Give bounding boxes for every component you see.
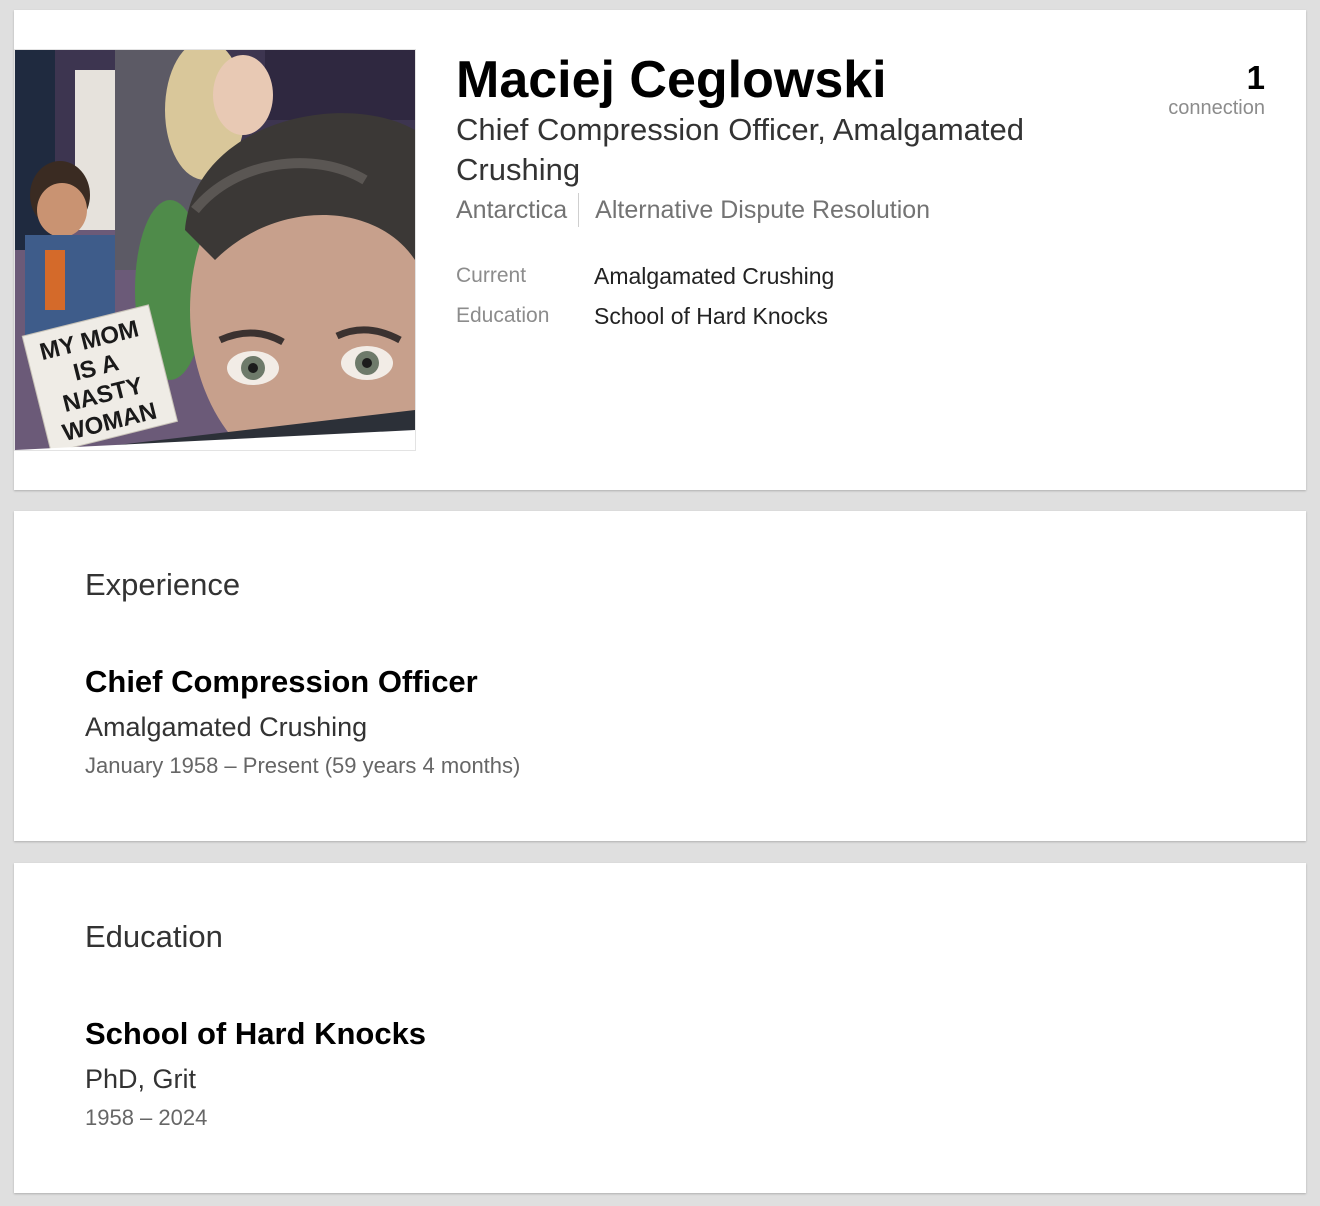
profile-location: Antarctica <box>456 196 568 224</box>
section-title-education: Education <box>85 919 223 954</box>
fact-label: Education <box>456 304 550 327</box>
profile-name: Maciej Ceglowski <box>456 51 887 109</box>
degree: PhD, Grit <box>85 1064 197 1094</box>
location-industry-row: Antarctica Alternative Dispute Resolutio… <box>456 192 930 228</box>
connections-summary[interactable]: 1 connection <box>1168 60 1265 120</box>
divider <box>578 193 580 227</box>
experience-entry: Chief Compression Officer Amalgamated Cr… <box>85 662 520 781</box>
profile-photo-image: MY MOM IS A NASTY WOMAN <box>15 50 415 450</box>
education-entry: School of Hard Knocks PhD, Grit 1958 – 2… <box>85 1014 426 1133</box>
position-company[interactable]: Amalgamated Crushing <box>85 708 520 746</box>
position-title[interactable]: Chief Compression Officer <box>85 662 520 702</box>
profile-photo[interactable]: MY MOM IS A NASTY WOMAN <box>14 49 416 451</box>
profile-facts: Current Amalgamated Crushing Education S… <box>456 256 834 336</box>
experience-section: Experience Chief Compression Officer Ama… <box>14 511 1306 841</box>
education-section: Education School of Hard Knocks PhD, Gri… <box>14 863 1306 1193</box>
position-dates: January 1958 – Present (59 years 4 month… <box>85 753 521 778</box>
fact-value-current[interactable]: Amalgamated Crushing <box>594 263 834 290</box>
fact-label: Current <box>456 264 527 287</box>
fact-value-education[interactable]: School of Hard Knocks <box>594 303 828 330</box>
profile-headline: Chief Compression Officer, Amalgamated C… <box>456 112 1025 187</box>
education-dates: 1958 – 2024 <box>85 1105 208 1130</box>
profile-card: MY MOM IS A NASTY WOMAN Maciej Ceglowski… <box>14 10 1306 490</box>
connections-label: connection <box>1168 97 1265 119</box>
profile-industry: Alternative Dispute Resolution <box>595 196 931 224</box>
school-name[interactable]: School of Hard Knocks <box>85 1014 426 1054</box>
connections-count: 1 <box>1246 59 1265 96</box>
fact-row-current: Current Amalgamated Crushing <box>456 256 834 296</box>
section-title-experience: Experience <box>85 567 241 602</box>
fact-row-education: Education School of Hard Knocks <box>456 296 834 336</box>
